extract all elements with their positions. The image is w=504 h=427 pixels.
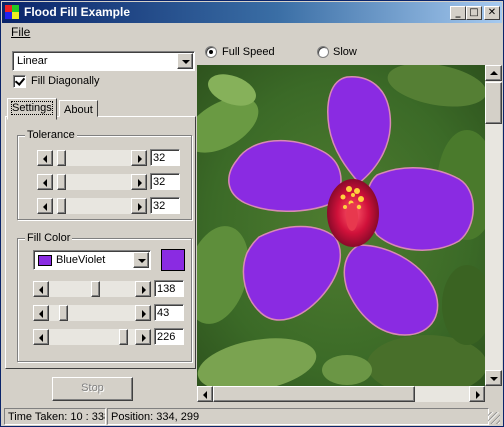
title-bar[interactable]: Flood Fill Example _ □ ✕	[2, 2, 502, 23]
slider-thumb[interactable]	[57, 174, 66, 190]
tolerance-group: Tolerance 32 32 32	[17, 129, 192, 220]
settings-tab-panel: Tolerance 32 32 32 Fill Color BlueViolet…	[5, 116, 196, 369]
fill-color-name: BlueViolet	[56, 254, 106, 266]
full-speed-label: Full Speed	[222, 46, 275, 58]
slider-thumb[interactable]	[91, 281, 100, 297]
scroll-right-icon[interactable]	[469, 386, 485, 402]
vertical-scroll-thumb[interactable]	[485, 82, 502, 124]
tolerance-slider-1[interactable]	[37, 150, 147, 166]
hibiscus-image	[197, 65, 485, 386]
fill-color-preview	[161, 249, 185, 271]
menu-bar: File	[2, 23, 502, 41]
fill-color-group: Fill Color BlueViolet 138 43 226	[17, 232, 192, 362]
red-value[interactable]: 138	[154, 280, 184, 297]
menu-file[interactable]: File	[11, 25, 30, 39]
image-viewport	[197, 65, 502, 402]
app-window: Flood Fill Example _ □ ✕ File Linear Fil…	[0, 0, 504, 427]
tolerance-value-3[interactable]: 32	[150, 197, 180, 214]
tolerance-value-1[interactable]: 32	[150, 149, 180, 166]
scroll-right-icon[interactable]	[131, 198, 147, 214]
slider-thumb[interactable]	[57, 150, 66, 166]
slider-thumb[interactable]	[59, 305, 68, 321]
stop-button[interactable]: Stop	[52, 377, 133, 401]
maximize-button[interactable]: □	[466, 6, 482, 20]
scroll-left-icon[interactable]	[33, 329, 49, 345]
green-slider[interactable]	[33, 305, 151, 321]
full-speed-radio[interactable]	[205, 46, 217, 58]
tab-settings[interactable]: Settings	[7, 98, 57, 120]
slider-thumb[interactable]	[57, 198, 66, 214]
fill-mode-select[interactable]: Linear	[12, 51, 195, 71]
scroll-up-icon[interactable]	[485, 65, 502, 81]
chevron-down-icon[interactable]	[133, 252, 149, 268]
blue-slider[interactable]	[33, 329, 151, 345]
scroll-left-icon[interactable]	[197, 386, 213, 402]
scroll-left-icon[interactable]	[37, 150, 53, 166]
slider-thumb[interactable]	[119, 329, 128, 345]
scroll-right-icon[interactable]	[135, 281, 151, 297]
scroll-left-icon[interactable]	[37, 198, 53, 214]
fill-color-label: Fill Color	[25, 232, 73, 244]
fill-diagonally-label: Fill Diagonally	[31, 75, 100, 87]
scroll-corner	[485, 386, 502, 402]
scroll-right-icon[interactable]	[131, 174, 147, 190]
green-value[interactable]: 43	[154, 304, 184, 321]
scroll-right-icon[interactable]	[135, 329, 151, 345]
scroll-left-icon[interactable]	[33, 305, 49, 321]
tolerance-value-2[interactable]: 32	[150, 173, 180, 190]
scroll-down-icon[interactable]	[485, 370, 502, 386]
scroll-left-icon[interactable]	[37, 174, 53, 190]
scroll-right-icon[interactable]	[131, 150, 147, 166]
app-icon	[5, 5, 20, 20]
fill-color-select[interactable]: BlueViolet	[33, 250, 151, 270]
image-canvas[interactable]	[197, 65, 485, 386]
image-horizontal-scrollbar[interactable]	[197, 386, 485, 402]
scroll-left-icon[interactable]	[33, 281, 49, 297]
horizontal-scroll-thumb[interactable]	[213, 386, 415, 402]
minimize-button[interactable]: _	[450, 6, 466, 20]
tab-about[interactable]: About	[59, 100, 98, 117]
blue-value[interactable]: 226	[154, 328, 184, 345]
scroll-right-icon[interactable]	[135, 305, 151, 321]
position-status: Position: 334, 299	[107, 408, 489, 425]
resize-grip-icon[interactable]	[488, 412, 500, 424]
close-button[interactable]: ✕	[484, 6, 500, 20]
tolerance-label: Tolerance	[25, 129, 77, 141]
red-slider[interactable]	[33, 281, 151, 297]
window-title: Flood Fill Example	[24, 5, 131, 19]
slow-label: Slow	[333, 46, 357, 58]
time-taken-status: Time Taken: 10 : 338	[4, 408, 106, 425]
slow-radio[interactable]	[317, 46, 329, 58]
fill-mode-value: Linear	[17, 55, 48, 67]
status-bar: Time Taken: 10 : 338 Position: 334, 299	[2, 406, 502, 426]
fill-diagonally-checkbox[interactable]	[13, 75, 26, 88]
tolerance-slider-3[interactable]	[37, 198, 147, 214]
tolerance-slider-2[interactable]	[37, 174, 147, 190]
image-vertical-scrollbar[interactable]	[485, 65, 502, 386]
chevron-down-icon[interactable]	[177, 53, 193, 69]
color-swatch	[38, 255, 52, 266]
